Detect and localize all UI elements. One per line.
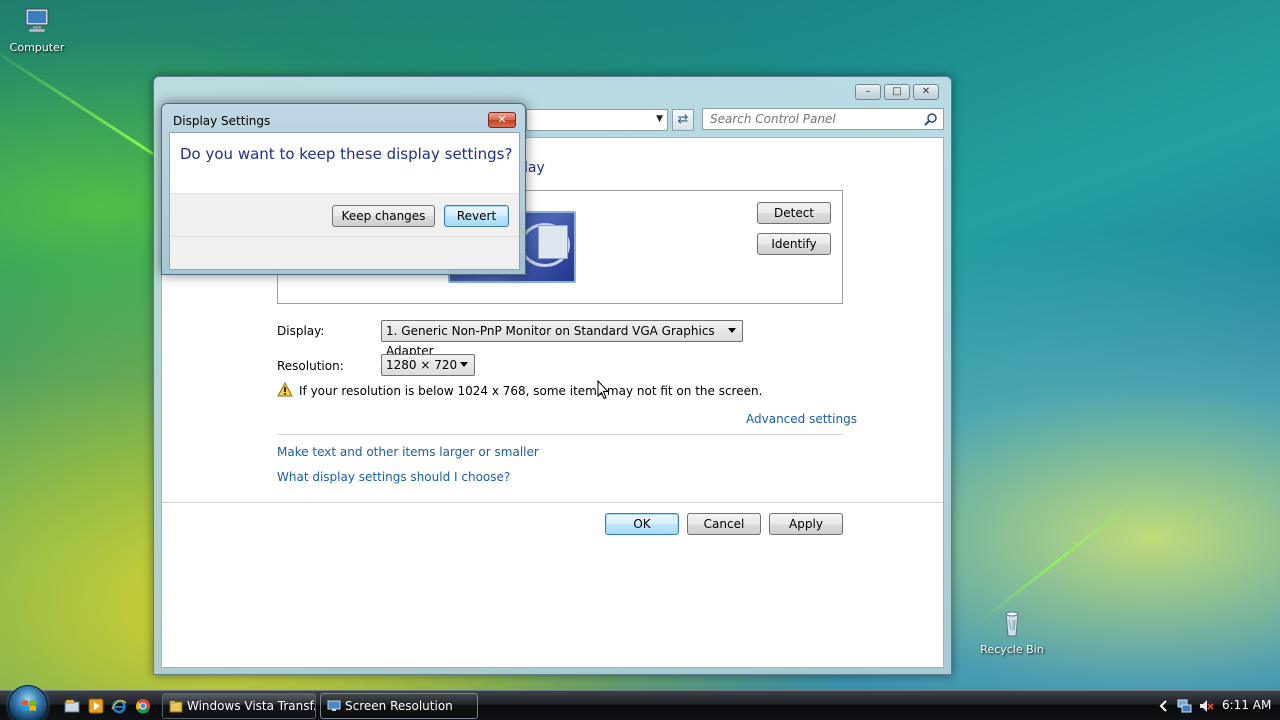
divider	[162, 502, 943, 503]
internet-explorer-icon[interactable]	[111, 698, 127, 714]
computer-icon	[25, 8, 49, 33]
media-player-icon[interactable]	[88, 698, 104, 714]
desktop-icon-label: Recycle Bin	[980, 643, 1044, 656]
taskbar-button-label: Screen Resolution	[345, 699, 453, 713]
page-title: lay	[524, 160, 545, 176]
folder-icon	[169, 700, 183, 713]
mouse-cursor-icon	[597, 380, 609, 400]
dialog-button-bar: Keep changes Revert	[170, 193, 519, 237]
minimize-button[interactable]: –	[855, 84, 881, 100]
resolution-label: Resolution:	[277, 359, 344, 373]
detect-button[interactable]: Detect	[757, 202, 831, 224]
resolution-select[interactable]: 1280 × 720	[381, 354, 475, 376]
taskbar-button-vista-transfer[interactable]: Windows Vista Transf...	[162, 693, 316, 719]
apply-button[interactable]: Apply	[769, 513, 843, 535]
display-help-link[interactable]: What display settings should I choose?	[277, 470, 510, 484]
display-label: Display:	[277, 324, 325, 338]
maximize-button[interactable]: □	[884, 84, 910, 100]
resolution-warning: If your resolution is below 1024 x 768, …	[299, 384, 763, 398]
display-icon	[327, 700, 341, 711]
display-select-value: 1. Generic Non-PnP Monitor on Standard V…	[386, 324, 715, 358]
taskbar: Windows Vista Transf... Screen Resolutio…	[0, 685, 1280, 720]
chevron-down-icon[interactable]: ▼	[656, 114, 663, 124]
display-select[interactable]: 1. Generic Non-PnP Monitor on Standard V…	[381, 320, 743, 358]
refresh-icon[interactable]: ⇄	[672, 109, 694, 131]
chevron-left-icon[interactable]	[1156, 698, 1172, 714]
search-box[interactable]	[702, 108, 944, 130]
display-settings-dialog: Display Settings ✕ Do you want to keep t…	[161, 103, 526, 275]
search-icon[interactable]	[924, 112, 938, 126]
volume-muted-icon[interactable]	[1198, 698, 1214, 714]
dialog-title: Display Settings	[173, 114, 271, 128]
show-desktop-icon[interactable]	[64, 698, 80, 714]
dialog-content: Do you want to keep these display settin…	[169, 132, 520, 270]
dialog-question: Do you want to keep these display settin…	[180, 145, 513, 163]
desktop-icon-recycle-bin[interactable]: Recycle Bin	[977, 608, 1047, 656]
resolution-select-value: 1280 × 720	[386, 358, 458, 372]
address-bar[interactable]: ▼	[526, 109, 668, 131]
search-input[interactable]	[703, 109, 913, 129]
revert-button[interactable]: Revert	[444, 205, 509, 227]
keep-changes-button[interactable]: Keep changes	[332, 205, 435, 227]
ok-button[interactable]: OK	[605, 513, 679, 535]
cancel-button[interactable]: Cancel	[687, 513, 761, 535]
start-button[interactable]	[8, 685, 48, 720]
chevron-down-icon	[728, 328, 736, 333]
network-icon[interactable]	[1176, 698, 1192, 714]
text-size-link[interactable]: Make text and other items larger or smal…	[277, 445, 539, 459]
chrome-icon[interactable]	[135, 698, 151, 714]
window-controls: – □ ✕	[855, 84, 939, 100]
clock[interactable]: 6:11 AM	[1222, 698, 1271, 712]
advanced-settings-link[interactable]: Advanced settings	[746, 412, 857, 426]
warning-icon	[277, 382, 293, 397]
recycle-bin-icon	[1005, 611, 1019, 637]
divider	[277, 434, 843, 435]
windows-logo-icon	[22, 700, 36, 711]
taskbar-button-screen-resolution[interactable]: Screen Resolution	[320, 693, 478, 719]
wallpaper-streak	[979, 497, 1139, 623]
chevron-down-icon	[460, 362, 468, 367]
taskbar-button-label: Windows Vista Transf...	[187, 699, 316, 713]
identify-button[interactable]: Identify	[757, 233, 831, 255]
dialog-bottom-strip	[170, 237, 519, 269]
close-button[interactable]: ✕	[913, 84, 939, 100]
desktop-icon-label: Computer	[9, 41, 65, 54]
desktop-icon-computer[interactable]: Computer	[2, 6, 72, 54]
close-icon[interactable]: ✕	[488, 112, 516, 128]
monitor-document-icon	[538, 225, 568, 259]
